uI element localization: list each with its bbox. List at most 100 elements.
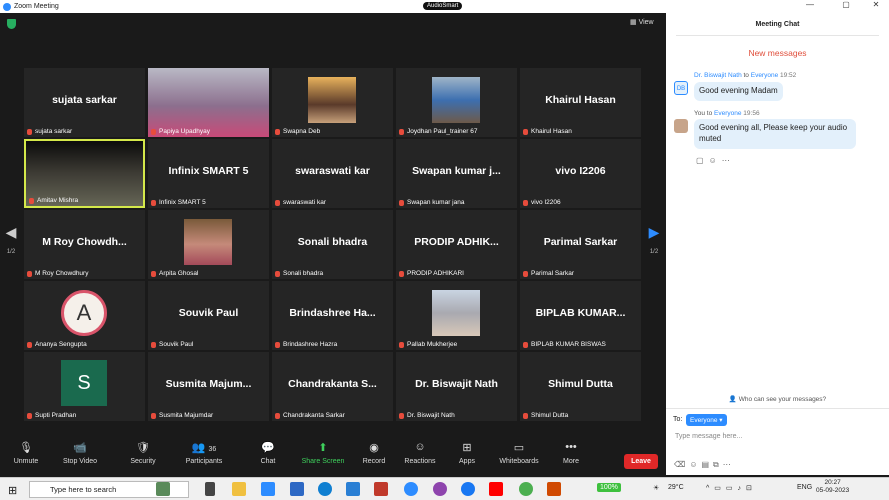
emoji-reaction-icon[interactable]: ☺	[709, 156, 722, 165]
file-icon[interactable]: ▤	[701, 460, 713, 469]
more-options-icon[interactable]: ⋯	[722, 156, 735, 165]
muted-mic-icon	[27, 412, 32, 419]
unmute-button[interactable]: 🎙 Unmute	[0, 441, 56, 465]
weather-icon[interactable]: ☀	[653, 484, 659, 492]
participant-tile[interactable]: vivo I2206 vivo I2206	[520, 139, 641, 208]
participant-tile[interactable]: Shimul Dutta Shimul Dutta	[520, 352, 641, 421]
apps-button[interactable]: ⊞ Apps	[437, 441, 497, 465]
who-can-see-link[interactable]: 👤 Who can see your messages?	[666, 395, 889, 403]
muted-mic-icon	[275, 128, 280, 135]
view-button[interactable]: ▦ View	[630, 18, 654, 26]
participant-tile[interactable]: Swapan kumar j... Swapan kumar jana	[396, 139, 517, 208]
reply-icon[interactable]: ▢	[696, 156, 709, 165]
emoji-icon[interactable]: ☺	[689, 460, 701, 469]
message-input[interactable]: Type message here...	[675, 433, 742, 440]
language-indicator[interactable]: ENG	[797, 484, 812, 491]
maximize-button[interactable]: ▢	[836, 0, 856, 9]
more-icon[interactable]: ⋯	[723, 460, 735, 469]
to-label: To:	[673, 416, 683, 423]
zoom-taskbar-icon[interactable]	[404, 482, 418, 496]
store-icon[interactable]	[346, 482, 360, 496]
participant-tile[interactable]: M Roy Chowdh... M Roy Chowdhury	[24, 210, 145, 279]
message-actions[interactable]: ▢☺⋯	[696, 156, 735, 165]
format-icon[interactable]: ⌫	[674, 460, 689, 469]
task-view-icon[interactable]	[205, 482, 215, 496]
next-page-button[interactable]: ▶ 1/2	[643, 224, 665, 284]
stop-video-button[interactable]: 📹 Stop Video	[50, 441, 110, 465]
participant-tile[interactable]: BIPLAB KUMAR... BIPLAB KUMAR BISWAS	[520, 281, 641, 350]
facebook-icon[interactable]	[461, 482, 475, 496]
more-button[interactable]: ••• More	[541, 441, 601, 465]
participant-tile[interactable]: PRODIP ADHIK... PRODIP ADHIKARI	[396, 210, 517, 279]
participant-tile[interactable]: Susmita Majum... Susmita Majumdar	[148, 352, 269, 421]
youtube-icon[interactable]	[489, 482, 503, 496]
participant-name-label: Infinix SMART 5	[159, 199, 206, 206]
participant-tile[interactable]: Infinix SMART 5 Infinix SMART 5	[148, 139, 269, 208]
participant-tile[interactable]: sujata sarkar sujata sarkar	[24, 68, 145, 137]
recipient-dropdown[interactable]: Everyone ▾	[686, 414, 727, 426]
previous-page-button[interactable]: ◀ 1/2	[0, 224, 22, 284]
participant-name-bar: Supti Pradhan	[27, 412, 76, 419]
participant-display-name: Shimul Dutta	[548, 378, 613, 390]
minimize-button[interactable]: —	[800, 0, 820, 9]
taskbar-clock[interactable]: 20:27 05-09-2023	[816, 479, 849, 496]
participant-name-label: Susmita Majumdar	[159, 412, 214, 419]
participant-tile[interactable]: Parimal Sarkar Parimal Sarkar	[520, 210, 641, 279]
participant-tile[interactable]: swaraswati kar swaraswati kar	[272, 139, 393, 208]
participant-tile[interactable]: Arpita Ghosal	[148, 210, 269, 279]
participant-video	[432, 290, 480, 336]
search-highlight-icon[interactable]	[156, 482, 170, 496]
leave-button[interactable]: Leave	[624, 454, 658, 469]
battery-indicator[interactable]: 100%	[597, 483, 621, 492]
participant-name-bar: Parimal Sarkar	[523, 270, 574, 277]
windows-start-icon[interactable]: ⊞	[8, 484, 17, 497]
powerpoint-icon[interactable]	[547, 482, 561, 496]
participant-tile[interactable]: Brindashree Ha... Brindashree Hazra	[272, 281, 393, 350]
muted-mic-icon	[523, 270, 528, 277]
file-explorer-icon[interactable]	[232, 482, 246, 496]
participant-name-label: vivo I2206	[531, 199, 561, 206]
temperature[interactable]: 29°C	[668, 484, 684, 491]
participant-name-label: Arpita Ghosal	[159, 270, 199, 277]
participant-tile[interactable]: Papiya Upadhyay	[148, 68, 269, 137]
encryption-shield-icon[interactable]	[7, 19, 16, 29]
participant-tile[interactable]: Khairul Hasan Khairul Hasan	[520, 68, 641, 137]
muted-mic-icon	[523, 341, 528, 348]
chat-message[interactable]: Good evening Madam	[694, 82, 783, 101]
chevron-left-icon: ◀	[5, 224, 17, 240]
meeting-area: ▦ View ◀ 1/2 ▶ 1/2 sujata sarkar sujata s…	[0, 13, 666, 500]
mcafee-icon[interactable]	[374, 482, 388, 496]
participants-button[interactable]: 👥 36 Participants	[174, 441, 234, 465]
participant-tile[interactable]: Swapna Deb	[272, 68, 393, 137]
chrome-icon[interactable]	[519, 482, 533, 496]
participant-tile[interactable]: Dr. Biswajit Nath Dr. Biswajit Nath	[396, 352, 517, 421]
participant-display-name: vivo I2206	[555, 165, 606, 177]
participant-display-name: Swapan kumar j...	[412, 165, 501, 177]
security-button[interactable]: 🛡 Security	[113, 441, 173, 465]
new-messages-label[interactable]: New messages	[666, 48, 889, 58]
audiosmart-badge[interactable]: AudioSmart	[423, 2, 463, 10]
close-button[interactable]: ✕	[866, 0, 886, 9]
participant-name-label: Pallab Mukherjee	[407, 341, 458, 348]
chat-message[interactable]: Good evening all, Please keep your audio…	[694, 119, 856, 149]
app-purple-icon[interactable]	[433, 482, 447, 496]
chat-button[interactable]: 💬 Chat	[238, 441, 298, 465]
participant-display-name: PRODIP ADHIK...	[414, 236, 499, 248]
participant-tile[interactable]: Souvik Paul Souvik Paul	[148, 281, 269, 350]
participant-tile[interactable]: Joydhan Paul_trainer 67	[396, 68, 517, 137]
participant-tile[interactable]: Chandrakanta S... Chandrakanta Sarkar	[272, 352, 393, 421]
muted-mic-icon	[523, 412, 528, 419]
participant-tile[interactable]: Amitav Mishra	[24, 139, 145, 208]
mail-icon[interactable]	[290, 482, 304, 496]
screenshot-icon[interactable]: ⧉	[713, 460, 723, 469]
participant-name-label: Parimal Sarkar	[531, 270, 574, 277]
app-l-icon[interactable]	[261, 482, 275, 496]
participant-name-bar: Joydhan Paul_trainer 67	[399, 128, 477, 135]
participant-tile[interactable]: S Supti Pradhan	[24, 352, 145, 421]
participant-tile[interactable]: Sonali bhadra Sonali bhadra	[272, 210, 393, 279]
participant-tile[interactable]: Pallab Mukherjee	[396, 281, 517, 350]
system-tray-icons[interactable]: ^▭▭♪⊡	[706, 484, 757, 492]
whiteboards-button[interactable]: ▭ Whiteboards	[489, 441, 549, 465]
participant-tile[interactable]: A Ananya Sengupta	[24, 281, 145, 350]
edge-icon[interactable]	[318, 482, 332, 496]
